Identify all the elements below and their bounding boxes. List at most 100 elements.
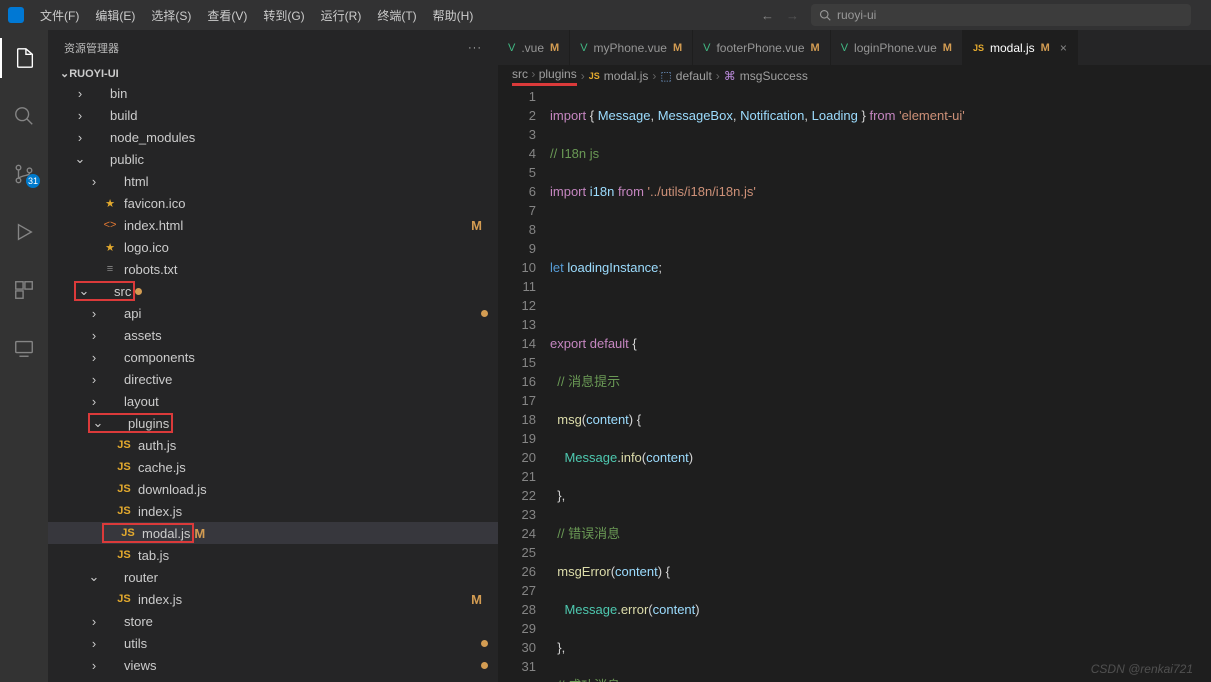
tree-item-html[interactable]: ›html (48, 170, 498, 192)
tree-item-modal-js[interactable]: JSmodal.jsM (48, 522, 498, 544)
tree-item-plugins[interactable]: ⌄plugins (48, 412, 498, 434)
tree-item-cache-js[interactable]: JScache.js (48, 456, 498, 478)
tree-item-utils[interactable]: ›utils (48, 632, 498, 654)
crumb-default[interactable]: default (676, 69, 712, 83)
folder-icon (102, 349, 118, 365)
folder-icon (88, 151, 104, 167)
activity-extensions[interactable] (0, 270, 48, 310)
crumb-method[interactable]: msgSuccess (740, 69, 808, 83)
tree-item-components[interactable]: › components (48, 346, 498, 368)
tree-item-src[interactable]: ⌄src (48, 280, 498, 302)
git-dot (135, 288, 142, 295)
menu-run[interactable]: 运行(R) (313, 3, 370, 28)
tab-bar: V.vueMVmyPhone.vueMVfooterPhone.vueMVlog… (498, 30, 1211, 65)
close-icon[interactable]: × (1060, 41, 1067, 55)
activity-scm[interactable]: 31 (0, 154, 48, 194)
command-center-text: ruoyi-ui (837, 8, 876, 22)
tree-item-build[interactable]: ›build (48, 104, 498, 126)
tree-item-label: modal.js (142, 526, 190, 541)
tree-root[interactable]: ⌄ RUOYI-UI (48, 65, 498, 82)
tree-item-logo-ico[interactable]: ★logo.ico (48, 236, 498, 258)
menu-select[interactable]: 选择(S) (143, 3, 199, 28)
activity-search[interactable] (0, 96, 48, 136)
activity-debug[interactable] (0, 212, 48, 252)
editor-group: V.vueMVmyPhone.vueMVfooterPhone.vueMVlog… (498, 30, 1211, 682)
js-icon: JS (116, 481, 132, 497)
chevron-icon: › (88, 372, 100, 387)
js-icon: JS (973, 43, 984, 53)
crumb-src[interactable]: src (512, 67, 528, 81)
folder-icon (88, 107, 104, 123)
tree-item-bin[interactable]: ›bin (48, 82, 498, 104)
code-content[interactable]: import { Message, MessageBox, Notificati… (550, 87, 1211, 682)
tree-item-api[interactable]: ›api (48, 302, 498, 324)
tree-item-label: html (124, 174, 488, 189)
folder-icon (102, 173, 118, 189)
tab-modal-js[interactable]: JSmodal.jsM× (963, 30, 1078, 65)
tree-item-label: assets (124, 328, 488, 343)
tree-item-label: index.js (138, 504, 488, 519)
git-dot (481, 310, 488, 317)
tab--vue[interactable]: V.vueM (498, 30, 570, 65)
chevron-icon: › (74, 108, 86, 123)
tab-modified: M (673, 42, 682, 54)
crumb-file[interactable]: modal.js (604, 69, 649, 83)
tree-item-auth-js[interactable]: JSauth.js (48, 434, 498, 456)
sidebar: 资源管理器 ··· ⌄ RUOYI-UI ›bin›build›node_mod… (48, 30, 498, 682)
tree-item-views[interactable]: ›views (48, 654, 498, 676)
tree-item-label: components (124, 350, 488, 365)
method-icon: ⌘ (724, 69, 736, 83)
tree-item-tab-js[interactable]: JStab.js (48, 544, 498, 566)
tree-item-assets[interactable]: ›assets (48, 324, 498, 346)
nav-back-icon[interactable]: ← (761, 8, 774, 23)
tab-modified: M (1041, 42, 1050, 54)
menu-edit[interactable]: 编辑(E) (87, 3, 143, 28)
tree-item-router[interactable]: ⌄router (48, 566, 498, 588)
chevron-right-icon: › (531, 67, 535, 81)
tab-footerPhone-vue[interactable]: VfooterPhone.vueM (693, 30, 831, 65)
breadcrumb[interactable]: src › plugins › JS modal.js › ⬚ default … (498, 65, 1211, 87)
menu-goto[interactable]: 转到(G) (255, 3, 312, 28)
tree-item-layout[interactable]: ›layout (48, 390, 498, 412)
tree-item-node_modules[interactable]: ›node_modules (48, 126, 498, 148)
git-dot (481, 640, 488, 647)
remote-icon (13, 337, 35, 359)
nav-fwd-icon[interactable]: → (786, 8, 799, 23)
sidebar-more-icon[interactable]: ··· (468, 42, 482, 54)
titlebar: 文件(F) 编辑(E) 选择(S) 查看(V) 转到(G) 运行(R) 终端(T… (0, 0, 1211, 30)
activity-explorer[interactable] (0, 38, 48, 78)
chevron-icon: › (88, 658, 100, 673)
tree-item-index-html[interactable]: <>index.htmlM (48, 214, 498, 236)
chevron-icon: ⌄ (92, 415, 104, 431)
folder-icon (102, 305, 118, 321)
chevron-icon: › (88, 350, 100, 365)
tree-item-index-js[interactable]: JSindex.jsM (48, 588, 498, 610)
tree-item-download-js[interactable]: JSdownload.js (48, 478, 498, 500)
git-status: M (471, 218, 482, 233)
tree-item-favicon-ico[interactable]: ★favicon.ico (48, 192, 498, 214)
tree-item-label: api (124, 306, 481, 321)
activity-remote[interactable] (0, 328, 48, 368)
command-center[interactable]: ruoyi-ui (811, 4, 1191, 26)
menu-help[interactable]: 帮助(H) (425, 3, 482, 28)
folder-icon (102, 613, 118, 629)
tree-item-label: router (124, 570, 488, 585)
chevron-icon: ⌄ (74, 151, 86, 167)
menu-view[interactable]: 查看(V) (199, 3, 255, 28)
crumb-plugins[interactable]: plugins (539, 67, 577, 81)
code-area[interactable]: 1234567891011121314151617181920212223242… (498, 87, 1211, 682)
tree-item-directive[interactable]: ›directive (48, 368, 498, 390)
tree-item-label: public (110, 152, 488, 167)
search-icon (819, 9, 831, 21)
tab-loginPhone-vue[interactable]: VloginPhone.vueM (831, 30, 963, 65)
tab-myPhone-vue[interactable]: VmyPhone.vueM (570, 30, 693, 65)
tree-item-store[interactable]: ›store (48, 610, 498, 632)
tree-item-robots-txt[interactable]: ≡robots.txt (48, 258, 498, 280)
tree-item-label: index.js (138, 592, 471, 607)
vue-icon: V (508, 42, 515, 54)
menu-terminal[interactable]: 终端(T) (369, 3, 424, 28)
tree-item-index-js[interactable]: JSindex.js (48, 500, 498, 522)
menu-file[interactable]: 文件(F) (32, 3, 87, 28)
tab-modified: M (550, 42, 559, 54)
tree-item-public[interactable]: ⌄ public (48, 148, 498, 170)
